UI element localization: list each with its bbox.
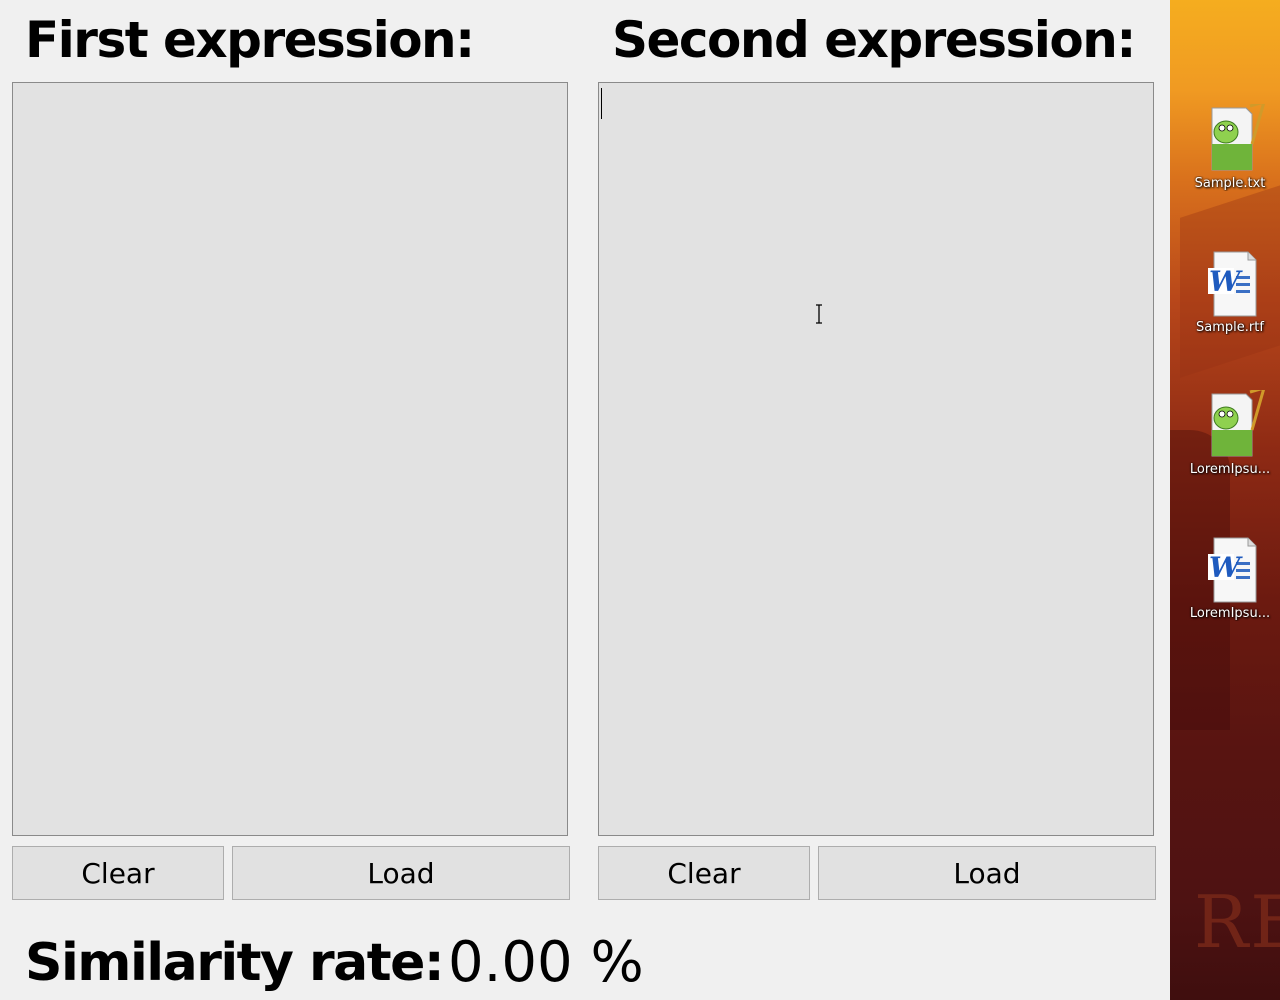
desktop-icon-label: LoremIpsu... xyxy=(1189,462,1271,477)
similarity-checker-window: First expression: Second expression: Cle… xyxy=(0,0,1170,1000)
word-document-icon: W xyxy=(1208,537,1257,603)
ibeam-cursor-icon xyxy=(816,304,822,324)
desktop-icon-sample-rtf[interactable]: W Sample.rtf xyxy=(1180,248,1280,344)
similarity-rate-label: Similarity rate: xyxy=(25,933,445,993)
second-expression-textarea[interactable] xyxy=(598,82,1154,836)
second-load-button[interactable]: Load xyxy=(818,846,1156,900)
wallpaper-text: RE xyxy=(1194,880,1280,964)
second-clear-button[interactable]: Clear xyxy=(598,846,810,900)
desktop-icon-label: LoremIpsu... xyxy=(1189,606,1271,621)
desktop-icon-sample-txt[interactable]: Sample.txt xyxy=(1180,104,1280,200)
first-expression-textarea[interactable] xyxy=(12,82,568,836)
word-document-icon: W xyxy=(1208,251,1257,317)
first-expression-heading: First expression: xyxy=(25,11,475,69)
desktop-icon-loremipsum-rtf[interactable]: W LoremIpsu... xyxy=(1180,534,1280,630)
desktop-icon-label: Sample.txt xyxy=(1194,176,1266,191)
desktop-icon-label: Sample.rtf xyxy=(1196,320,1264,335)
svg-text:W: W xyxy=(1209,551,1243,584)
text-caret xyxy=(601,88,602,119)
second-expression-heading: Second expression: xyxy=(612,11,1136,69)
first-load-button[interactable]: Load xyxy=(232,846,570,900)
svg-text:W: W xyxy=(1209,265,1243,298)
notepad-plus-plus-icon xyxy=(1211,390,1265,457)
notepad-plus-plus-icon xyxy=(1211,104,1265,171)
first-clear-button[interactable]: Clear xyxy=(12,846,224,900)
desktop-icon-loremipsum-txt[interactable]: LoremIpsu... xyxy=(1180,390,1280,486)
similarity-rate-value: 0.00 % xyxy=(448,930,644,995)
